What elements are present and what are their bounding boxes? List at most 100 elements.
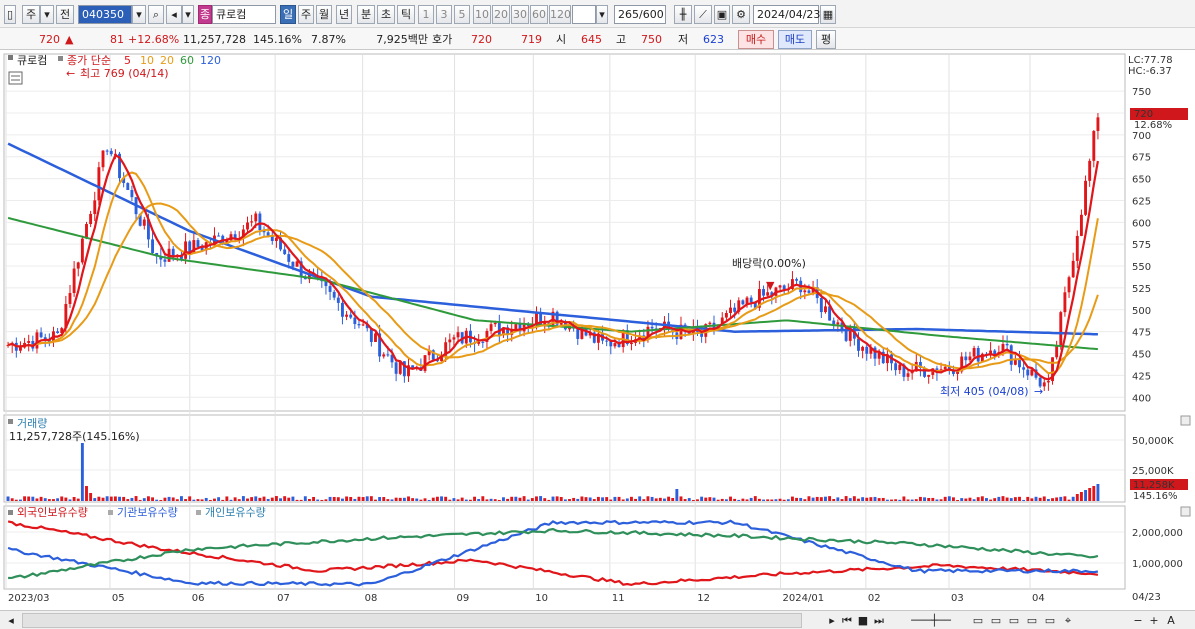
bar-count-total: /600 [639, 8, 664, 21]
volume-bar [14, 499, 18, 501]
volume-bar [704, 497, 708, 501]
sell-button[interactable]: 매도 [778, 30, 812, 49]
minute-5[interactable]: 5 [454, 5, 470, 24]
holder-close-icon[interactable] [1180, 506, 1191, 517]
auto-scale-button[interactable]: A [1164, 613, 1178, 628]
price-tick-label: 450 [1132, 350, 1151, 361]
code-dropdown-icon[interactable]: ▾ [132, 5, 146, 24]
market-select[interactable]: 주 [22, 5, 40, 24]
minute-120[interactable]: 120 [549, 5, 571, 24]
volume-bar [720, 498, 724, 501]
minute-3[interactable]: 3 [436, 5, 452, 24]
candle-body [291, 261, 295, 267]
volume-bar [200, 499, 204, 501]
volume-bar [774, 499, 778, 501]
speaker-dropdown-icon[interactable]: ▾ [182, 5, 194, 24]
crosshair-icon[interactable]: ⌖ [1060, 613, 1076, 628]
volume-bar [407, 496, 410, 501]
volume-bar [39, 496, 43, 501]
candle-body [1009, 345, 1013, 365]
zoom-slider[interactable]: ───┼── [896, 613, 966, 628]
inst-menu-icon[interactable] [108, 510, 113, 515]
period-weekly[interactable]: 주 [298, 5, 314, 24]
volume-bar [572, 497, 576, 501]
first-page-icon[interactable]: ⏮ [840, 613, 854, 628]
buy-button[interactable]: 매수 [738, 30, 774, 49]
custom-minute-input[interactable] [572, 5, 596, 24]
volume-bar [456, 499, 460, 501]
search-icon[interactable]: ⌕ [148, 5, 164, 24]
gear-icon[interactable]: ⚙ [732, 5, 750, 24]
zoom-in-button[interactable]: + [1148, 613, 1160, 628]
candle-body [328, 286, 332, 292]
volume-menu-icon[interactable] [8, 419, 13, 424]
last-page-icon[interactable]: ⏭ [872, 613, 886, 628]
calculator-icon[interactable] [8, 71, 23, 85]
bar-count[interactable]: 265 [618, 8, 639, 21]
volume-bar [638, 496, 642, 501]
volume-bar [10, 498, 14, 501]
volume-bar [898, 499, 902, 501]
minute-30[interactable]: 30 [511, 5, 529, 24]
layout-2-icon[interactable]: ▭ [988, 613, 1004, 628]
save-icon[interactable]: ▣ [714, 5, 730, 24]
volume-bar [76, 498, 80, 501]
panel-toggle-icon[interactable]: ▯ [4, 5, 16, 24]
period-tick[interactable]: 틱 [397, 5, 415, 24]
volume-bar [89, 493, 93, 501]
minute-10[interactable]: 10 [473, 5, 491, 24]
chevron-down-icon[interactable]: ▾ [40, 5, 54, 24]
eval-button[interactable]: 평 [816, 30, 836, 49]
custom-minute-dropdown-icon[interactable]: ▾ [596, 5, 608, 24]
last-volume-pct: 145.16% [1133, 491, 1178, 502]
stock-name-field[interactable]: 큐로컴 [212, 5, 276, 24]
minute-1[interactable]: 1 [418, 5, 434, 24]
layout-4-icon[interactable]: ▭ [1024, 613, 1040, 628]
scroll-right-icon[interactable]: ▸ [826, 613, 838, 628]
scope-select[interactable]: 전 [56, 5, 74, 24]
layout-3-icon[interactable]: ▭ [1006, 613, 1022, 628]
last-pct: 12.68% [1134, 120, 1172, 131]
candle-body [246, 222, 249, 230]
period-monthly[interactable]: 월 [316, 5, 332, 24]
minute-60[interactable]: 60 [530, 5, 548, 24]
line-chart-icon[interactable]: ⟋ [694, 5, 712, 24]
date-input[interactable]: 2024/04/23 [753, 5, 820, 24]
scroll-left-icon[interactable]: ◂ [4, 613, 18, 628]
volume-close-icon[interactable] [1180, 415, 1191, 426]
holder-menu-icon[interactable] [8, 510, 13, 515]
volume-bar [1018, 496, 1021, 501]
stop-icon[interactable]: ■ [856, 613, 870, 628]
candle-body [613, 343, 617, 347]
ma-menu-icon[interactable] [58, 56, 63, 61]
volume-bar [910, 499, 914, 501]
scroll-track[interactable] [22, 613, 802, 628]
volume-bar [72, 496, 76, 501]
last-price: 720 [1134, 109, 1153, 120]
zoom-out-button[interactable]: − [1132, 613, 1144, 628]
period-daily[interactable]: 일 [280, 5, 296, 24]
ma-20-label: 20 [160, 54, 174, 67]
x-tick-label: 11 [612, 593, 625, 604]
minute-20[interactable]: 20 [492, 5, 510, 24]
period-minute[interactable]: 분 [357, 5, 375, 24]
price-tick-label: 550 [1132, 262, 1151, 273]
layout-1-icon[interactable]: ▭ [970, 613, 986, 628]
volume-bar [658, 497, 662, 501]
layout-5-icon[interactable]: ▭ [1042, 613, 1058, 628]
volume-ratio: 145.16% [253, 33, 302, 46]
speaker-icon[interactable]: ◂ [166, 5, 182, 24]
volume-info: 11,257,728주(145.16%) [9, 430, 140, 443]
volume-bar [80, 443, 84, 501]
volume-bar [968, 497, 972, 501]
candle-icon[interactable]: ╫ [674, 5, 692, 24]
period-yearly[interactable]: 년 [336, 5, 352, 24]
stock-chart[interactable]: 2023/03 05 06 07 08 09 10 11 12 2024/01 02 03 04 400… [0, 50, 1195, 610]
bar-count-field[interactable]: 265/600 [614, 5, 666, 24]
period-second[interactable]: 초 [377, 5, 395, 24]
candle-body [795, 279, 799, 281]
stock-code-input[interactable]: 040350 [78, 5, 132, 24]
pane-menu-icon[interactable] [8, 55, 13, 60]
indiv-menu-icon[interactable] [196, 510, 201, 515]
calendar-icon[interactable]: ▦ [820, 5, 836, 24]
